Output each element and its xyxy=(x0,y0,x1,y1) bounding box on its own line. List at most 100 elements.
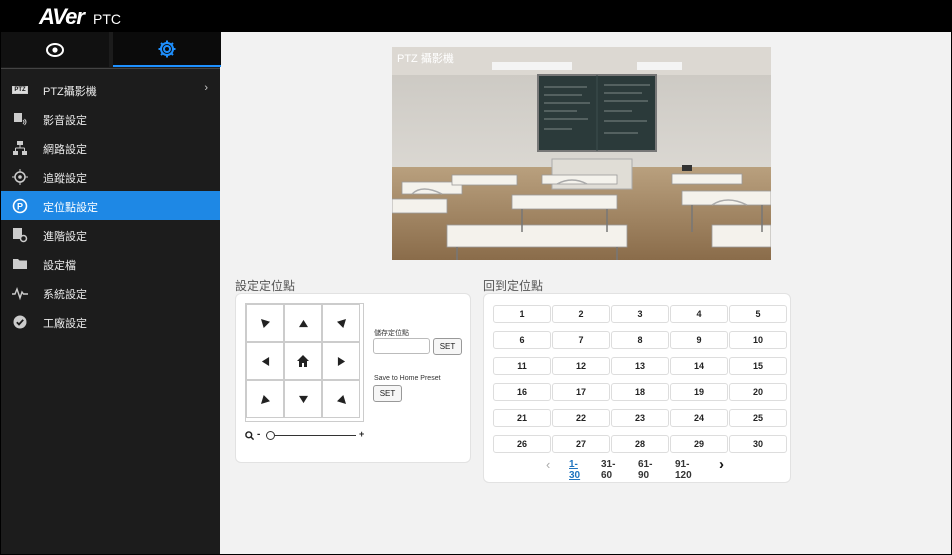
chevron-right-icon: › xyxy=(204,82,208,94)
network-icon xyxy=(12,140,28,156)
sidebar-item-profile[interactable]: 設定檔 xyxy=(1,249,220,278)
recall-preset-title: 回到定位點 xyxy=(483,279,544,293)
tab-live-view[interactable] xyxy=(1,32,109,67)
preset-button[interactable]: 30 xyxy=(729,435,787,453)
preset-button[interactable]: 8 xyxy=(611,331,669,349)
camera-preview[interactable]: PTZ 攝影機 xyxy=(392,47,771,260)
advanced-settings-icon xyxy=(12,227,28,243)
brand-logo: AVer xyxy=(39,4,85,29)
preset-button[interactable]: 18 xyxy=(611,383,669,401)
preset-button[interactable]: 28 xyxy=(611,435,669,453)
preset-button[interactable]: 11 xyxy=(493,357,551,375)
product-name: PTC xyxy=(93,11,121,27)
sidebar-item-label: PTZ攝影機 xyxy=(43,86,97,98)
pan-up-right-button[interactable] xyxy=(322,304,360,342)
preset-button[interactable]: 23 xyxy=(611,409,669,427)
save-home-preset-label: Save to Home Preset xyxy=(374,375,441,382)
sidebar-item-network[interactable]: 網路設定 xyxy=(1,133,220,162)
sidebar-item-advanced[interactable]: 進階設定 xyxy=(1,220,220,249)
zoom-in-button[interactable]: + xyxy=(359,429,364,439)
recall-preset-panel: 1 2 3 4 5 6 7 8 9 10 11 12 13 14 15 16 17 18 19 20 21 22 23 24 2… xyxy=(483,293,791,483)
preset-button[interactable]: 4 xyxy=(670,305,728,323)
preset-button[interactable]: 13 xyxy=(611,357,669,375)
preset-button[interactable]: 29 xyxy=(670,435,728,453)
preset-button[interactable]: 20 xyxy=(729,383,787,401)
preset-button[interactable]: 22 xyxy=(552,409,610,427)
pager-page-31-60[interactable]: 31-60 xyxy=(601,459,615,481)
preset-button[interactable]: 10 xyxy=(729,331,787,349)
zoom-search-icon xyxy=(245,431,254,441)
sidebar-item-label: 追蹤設定 xyxy=(43,173,87,185)
tab-settings[interactable] xyxy=(113,32,221,67)
sidebar-item-tracking[interactable]: 追蹤設定 xyxy=(1,162,220,191)
pan-up-left-button[interactable] xyxy=(246,304,284,342)
sidebar-item-label: 設定檔 xyxy=(43,260,76,272)
preset-button[interactable]: 12 xyxy=(552,357,610,375)
sidebar-item-system[interactable]: 系統設定 xyxy=(1,278,220,307)
pager-next-button[interactable]: › xyxy=(719,456,724,473)
arrow-up-icon xyxy=(298,319,308,327)
preset-button[interactable]: 17 xyxy=(552,383,610,401)
preset-button[interactable]: 25 xyxy=(729,409,787,427)
preset-button[interactable]: 3 xyxy=(611,305,669,323)
preset-button[interactable]: 15 xyxy=(729,357,787,375)
preset-button[interactable]: 19 xyxy=(670,383,728,401)
pager-page-61-90[interactable]: 61-90 xyxy=(638,459,652,481)
eye-icon xyxy=(46,42,64,57)
ptz-direction-pad xyxy=(245,303,364,422)
preset-button[interactable]: 2 xyxy=(552,305,610,323)
arrow-up-left-icon xyxy=(260,318,270,328)
arrow-right-icon xyxy=(337,356,345,366)
set-preset-button[interactable]: SET xyxy=(433,338,462,355)
pager-page-91-120[interactable]: 91-120 xyxy=(675,459,692,481)
preset-button[interactable]: 21 xyxy=(493,409,551,427)
zoom-slider-handle[interactable] xyxy=(266,431,275,440)
preset-button[interactable]: 16 xyxy=(493,383,551,401)
zoom-slider[interactable] xyxy=(266,431,356,440)
pan-down-left-button[interactable] xyxy=(246,380,284,418)
preset-button[interactable]: 27 xyxy=(552,435,610,453)
sidebar-item-label: 進階設定 xyxy=(43,231,87,243)
set-preset-panel: - + 儲存定位點 SET Save to Home Preset SET xyxy=(235,293,471,463)
pan-right-button[interactable] xyxy=(322,342,360,380)
pulse-icon xyxy=(12,285,28,301)
home-icon xyxy=(297,355,309,367)
top-bar: AVer PTC xyxy=(1,1,951,32)
zoom-out-button[interactable]: - xyxy=(257,429,260,440)
preset-button[interactable]: 14 xyxy=(670,357,728,375)
tilt-up-button[interactable] xyxy=(284,304,322,342)
preset-button[interactable]: 5 xyxy=(729,305,787,323)
preview-label: PTZ 攝影機 xyxy=(397,53,454,65)
arrow-down-icon xyxy=(298,395,308,403)
preset-button[interactable]: 1 xyxy=(493,305,551,323)
save-preset-label: 儲存定位點 xyxy=(374,330,409,337)
preset-button[interactable]: 9 xyxy=(670,331,728,349)
preset-button[interactable]: 24 xyxy=(670,409,728,427)
preset-icon: P xyxy=(12,198,28,214)
sidebar-item-av-settings[interactable]: 影音設定 xyxy=(1,104,220,133)
preset-button[interactable]: 6 xyxy=(493,331,551,349)
tilt-down-button[interactable] xyxy=(284,380,322,418)
pan-left-button[interactable] xyxy=(246,342,284,380)
tracking-icon xyxy=(12,169,28,185)
sidebar-item-label: 工廠設定 xyxy=(43,318,87,330)
preset-button[interactable]: 26 xyxy=(493,435,551,453)
pan-down-right-button[interactable] xyxy=(322,380,360,418)
pager-prev-button[interactable]: ‹ xyxy=(546,457,550,472)
sidebar-menu: PTZ PTZ攝影機 › 影音設定 網路設定 追蹤設定 P 定位點設定 進階設定… xyxy=(1,75,220,336)
preset-button[interactable]: 7 xyxy=(552,331,610,349)
sidebar-item-ptz-camera[interactable]: PTZ PTZ攝影機 › xyxy=(1,75,220,104)
ptz-badge-icon: PTZ xyxy=(12,82,28,98)
sidebar-item-preset[interactable]: P 定位點設定 xyxy=(1,191,220,220)
camera-audio-icon xyxy=(12,111,28,127)
home-button[interactable] xyxy=(284,342,322,380)
classroom-image xyxy=(392,47,771,260)
preset-number-input[interactable] xyxy=(373,338,430,354)
zoom-control: - + xyxy=(245,429,365,443)
set-home-preset-button[interactable]: SET xyxy=(373,385,402,402)
app-window: AVer PTC PTZ PTZ攝影機 › 影音設定 網路設定 追蹤設定 P 定… xyxy=(0,0,952,555)
sidebar-item-label: 網路設定 xyxy=(43,144,87,156)
check-circle-icon xyxy=(12,314,28,330)
sidebar-item-factory[interactable]: 工廠設定 xyxy=(1,307,220,336)
pager-page-1-30[interactable]: 1-30 xyxy=(569,459,580,481)
